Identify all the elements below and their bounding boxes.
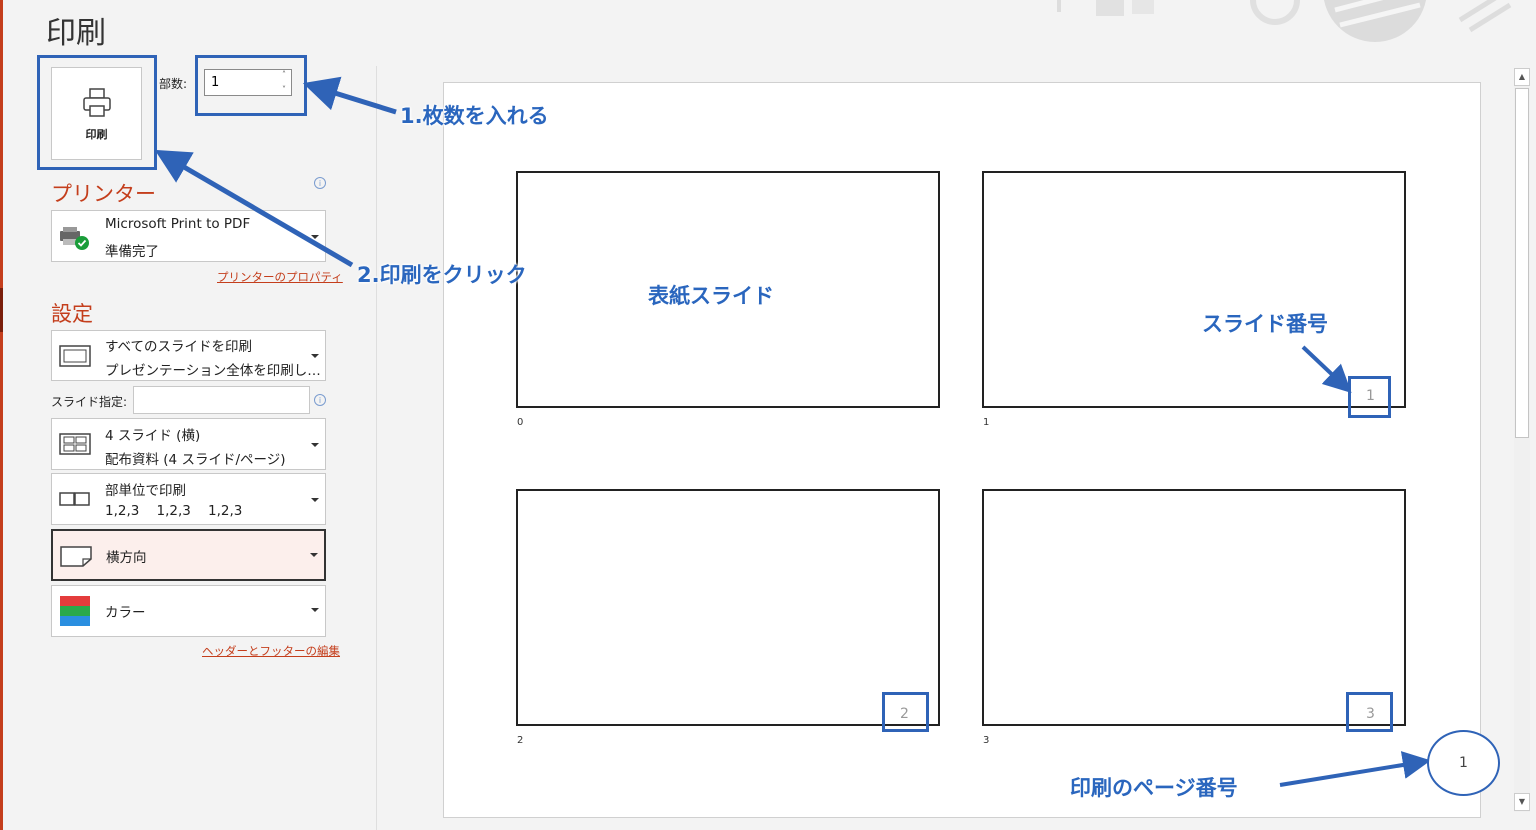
annotation-box-slide-number-1 [1348,376,1391,418]
preview-slide-3: 3 [982,489,1406,726]
landscape-page-icon [60,546,92,567]
print-range-dropdown[interactable]: すべてのスライドを印刷 プレゼンテーション全体を印刷し… [51,330,326,381]
annotation-step1: 1.枚数を入れる [400,104,549,128]
four-slides-layout-icon [59,433,91,455]
header-footer-edit-link[interactable]: ヘッダーとフッターの編集 [202,643,340,659]
slide-number-label-2: 2 [517,735,524,746]
color-label: カラー [105,605,146,621]
chevron-down-icon [311,498,319,502]
printer-dropdown[interactable]: Microsoft Print to PDF 準備完了 [51,210,326,262]
annotation-box-print-button [37,55,157,170]
slide-number-label-0: 0 [517,417,524,428]
left-accent-marker [0,288,3,332]
chevron-down-icon [310,553,318,557]
scrollbar-thumb[interactable] [1515,88,1529,438]
printer-heading: プリンター [51,182,156,206]
slide-number-label-1: 1 [983,417,990,428]
color-swatch-icon [60,596,90,626]
printer-info-icon[interactable]: i [314,177,326,189]
annotation-box-slide-number-3 [1346,692,1393,732]
print-page-number-value: 1 [1459,755,1468,771]
chevron-down-icon [311,608,319,612]
slide-spec-info-icon[interactable]: i [314,394,326,406]
arrow-to-copies [302,76,397,115]
printer-status: 準備完了 [105,244,159,260]
printer-properties-link[interactable]: プリンターのプロパティ [217,269,343,285]
annotation-box-slide-number-2 [882,692,929,732]
header-decoration-graphic [1057,0,1512,42]
preview-slide-1: 1 [982,171,1406,408]
annotation-slide-number: スライド番号 [1202,312,1328,336]
collate-icon [59,492,90,506]
preview-slide-2: 2 [516,489,940,726]
slides-range-icon [59,345,91,367]
chevron-down-icon [311,443,319,447]
chevron-down-icon [311,354,319,358]
print-preview-page: 0 1 1 2 2 3 3 [443,82,1481,818]
left-accent-bar [0,0,3,830]
annotation-box-copies [195,55,307,116]
panel-divider [376,66,377,830]
layout-primary: 4 スライド (横) [105,428,201,444]
printer-ready-icon [60,227,89,250]
annotation-print-page-number: 印刷のページ番号 [1070,776,1238,800]
color-dropdown[interactable]: カラー [51,585,326,637]
layout-dropdown[interactable]: 4 スライド (横) 配布資料 (4 スライド/ページ) [51,418,326,470]
print-range-secondary: プレゼンテーション全体を印刷し… [105,363,321,379]
scroll-down-icon[interactable]: ▼ [1514,793,1530,811]
slide-spec-label: スライド指定: [51,395,128,409]
scroll-up-icon[interactable]: ▲ [1514,68,1530,86]
chevron-down-icon [311,235,319,239]
slide-number-label-3: 3 [983,735,990,746]
collate-secondary: 1,2,3 1,2,3 1,2,3 [105,503,243,519]
copies-label: 部数: [159,77,188,91]
settings-heading: 設定 [51,302,93,326]
annotation-step2: 2.印刷をクリック [357,263,527,287]
slide-spec-input[interactable] [133,386,310,414]
layout-secondary: 配布資料 (4 スライド/ページ) [105,452,286,468]
printer-name: Microsoft Print to PDF [105,216,251,232]
annotation-cover-slide: 表紙スライド [648,284,774,308]
page-title: 印刷 [46,16,106,51]
print-page-number: 1 [1427,730,1500,796]
collate-primary: 部単位で印刷 [105,483,186,499]
print-range-primary: すべてのスライドを印刷 [105,339,253,355]
orientation-dropdown[interactable]: 横方向 [51,529,326,581]
orientation-label: 横方向 [106,550,147,566]
collate-dropdown[interactable]: 部単位で印刷 1,2,3 1,2,3 1,2,3 [51,473,326,525]
